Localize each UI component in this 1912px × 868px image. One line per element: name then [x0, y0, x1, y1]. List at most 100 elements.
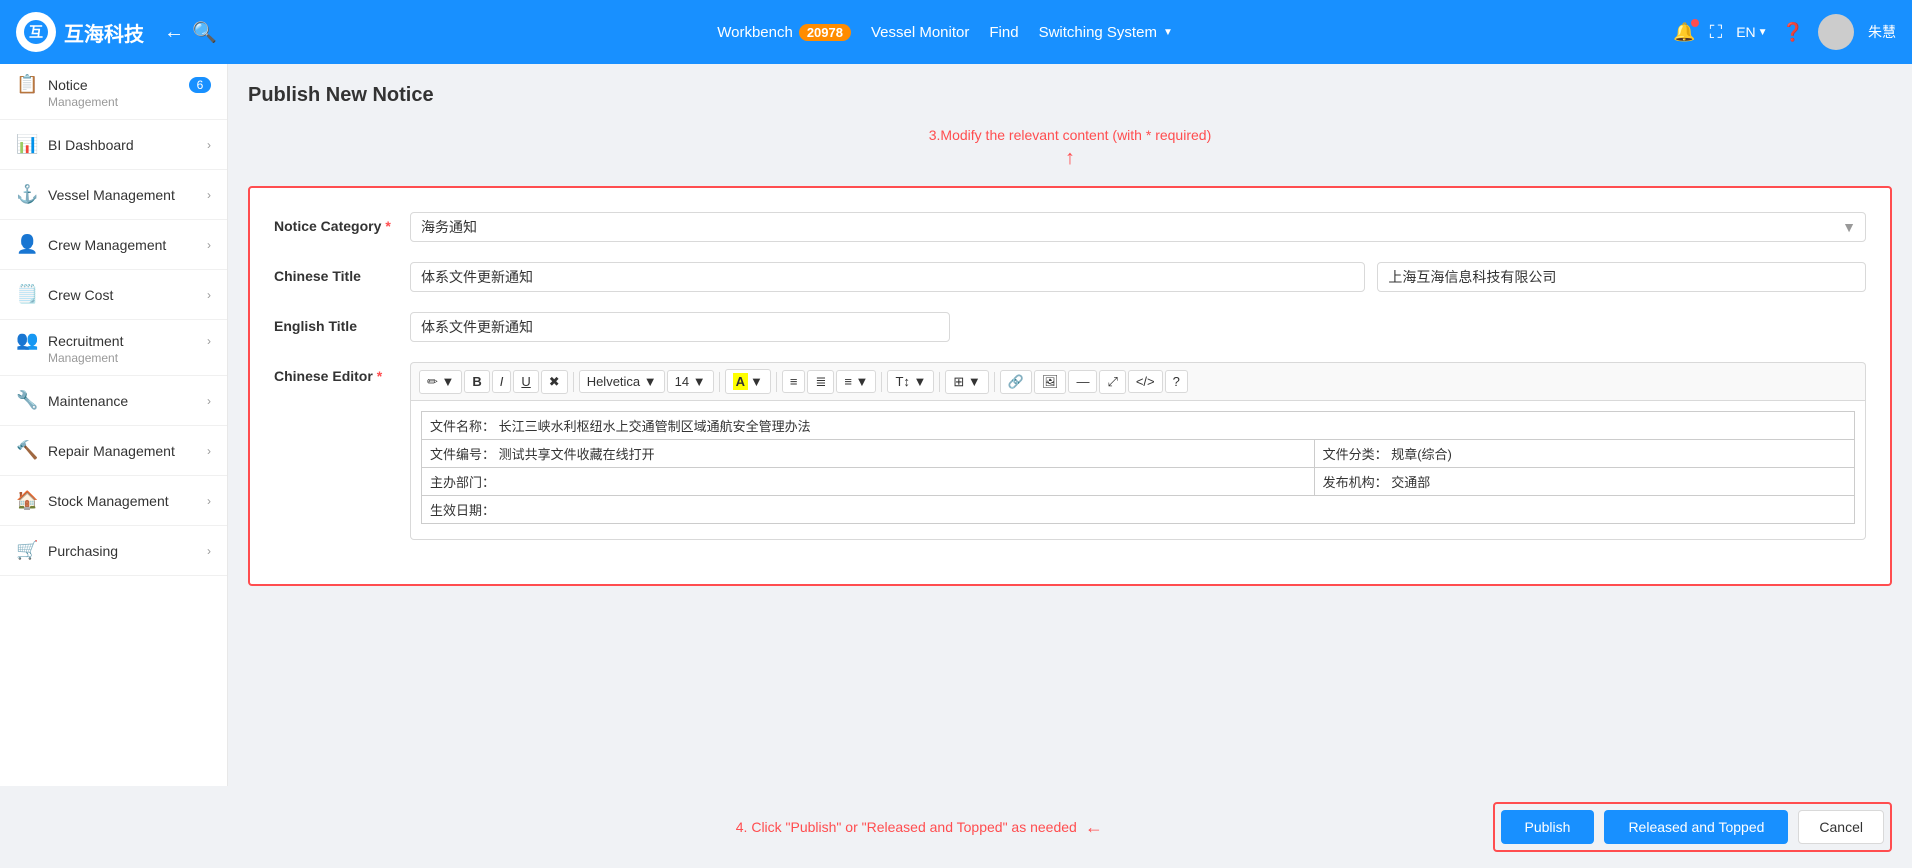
cancel-button[interactable]: Cancel	[1798, 810, 1884, 844]
required-star: *	[385, 218, 390, 234]
notification-icon[interactable]: 🔔	[1673, 22, 1695, 43]
sidebar-item-maintenance[interactable]: 🔧 Maintenance ›	[0, 376, 227, 426]
editor-toolbar: ✏ ▼ B I U ✖ Helvetica ▼ 14 ▼ A ▼ ≡ ≣ ≡ ▼	[410, 362, 1866, 400]
notice-category-label: Notice Category *	[274, 212, 394, 234]
chevron-right-icon: ›	[207, 444, 211, 458]
maintenance-icon: 🔧	[16, 390, 38, 411]
form-container: Notice Category * 海务通知 ▼ Chinese Title	[248, 186, 1892, 586]
switching-system-nav[interactable]: Switching System ▼	[1039, 24, 1173, 41]
back-icon[interactable]: ←	[164, 21, 184, 44]
toolbar-help-btn[interactable]: ?	[1165, 370, 1188, 393]
language-selector[interactable]: EN ▼	[1736, 24, 1767, 40]
sidebar-vessel-label: Vessel Management	[48, 187, 197, 203]
file-number-cell: 文件编号： 测试共享文件收藏在线打开	[422, 440, 1315, 468]
hint3-arrow-icon: ↑	[1065, 147, 1075, 170]
english-title-input[interactable]	[410, 312, 950, 342]
vessel-monitor-nav[interactable]: Vessel Monitor	[871, 24, 969, 41]
file-category-label: 文件分类：	[1323, 447, 1388, 462]
sidebar-item-stock-management[interactable]: 🏠 Stock Management ›	[0, 476, 227, 526]
search-icon[interactable]: 🔍	[192, 20, 217, 45]
english-title-control	[410, 312, 1866, 342]
notice-category-control: 海务通知 ▼	[410, 212, 1866, 242]
help-icon[interactable]: ❓	[1782, 22, 1804, 43]
toolbar-color-btn[interactable]: A ▼	[725, 369, 771, 394]
fullscreen-icon[interactable]: ⛶	[1710, 22, 1723, 43]
table-row: 文件编号： 测试共享文件收藏在线打开 文件分类： 规章(综合)	[422, 440, 1855, 468]
toolbar-list-ul-btn[interactable]: ≡	[782, 370, 806, 393]
crew-management-icon: 👤	[16, 234, 38, 255]
toolbar-divider4	[881, 372, 882, 392]
editor-content[interactable]: 文件名称： 长江三峡水利枢纽水上交通管制区域通航安全管理办法 文件编号： 测试共…	[410, 400, 1866, 540]
chinese-title-inputs	[410, 262, 1866, 292]
toolbar-code-btn[interactable]: </>	[1128, 370, 1163, 393]
chinese-title-company-input[interactable]	[1377, 262, 1866, 292]
notice-category-select[interactable]: 海务通知	[410, 212, 1866, 242]
sidebar-notice-label: Notice	[48, 77, 179, 93]
sidebar-item-purchasing[interactable]: 🛒 Purchasing ›	[0, 526, 227, 576]
sidebar: 📋 Notice 6 Management 📊 BI Dashboard › ⚓…	[0, 64, 228, 786]
table-row: 生效日期：	[422, 496, 1855, 524]
chevron-right-icon: ›	[207, 494, 211, 508]
publish-button[interactable]: Publish	[1501, 810, 1595, 844]
released-and-topped-button[interactable]: Released and Topped	[1604, 810, 1788, 844]
sidebar-item-crew-cost[interactable]: 🗒️ Crew Cost ›	[0, 270, 227, 320]
toolbar-heading-btn[interactable]: T↕ ▼	[887, 370, 934, 393]
chevron-right-icon: ›	[207, 188, 211, 202]
english-title-label: English Title	[274, 312, 394, 334]
toolbar-list-ol-btn[interactable]: ≣	[807, 370, 834, 394]
notice-category-row: Notice Category * 海务通知 ▼	[274, 212, 1866, 242]
repair-icon: 🔨	[16, 440, 38, 461]
toolbar-fullscreen-btn[interactable]: ⤢	[1099, 370, 1125, 394]
sidebar-repair-label: Repair Management	[48, 443, 197, 459]
toolbar-underline-btn[interactable]: U	[513, 370, 538, 393]
toolbar-link-btn[interactable]: 🔗	[1000, 370, 1032, 394]
main-content: Publish New Notice 3.Modify the relevant…	[228, 64, 1912, 786]
sidebar-item-vessel-management[interactable]: ⚓ Vessel Management ›	[0, 170, 227, 220]
sidebar-item-recruitment[interactable]: 👥 Recruitment › Management	[0, 320, 227, 376]
sidebar-item-crew-management[interactable]: 👤 Crew Management ›	[0, 220, 227, 270]
toolbar-size-btn[interactable]: 14 ▼	[667, 370, 714, 393]
chinese-editor-label: Chinese Editor *	[274, 362, 394, 384]
workbench-nav[interactable]: Workbench 20978	[717, 24, 851, 41]
sidebar-crew-cost-label: Crew Cost	[48, 287, 197, 303]
sidebar-item-bi-dashboard[interactable]: 📊 BI Dashboard ›	[0, 120, 227, 170]
page-title: Publish New Notice	[248, 84, 1892, 107]
dept-cell: 主办部门：	[422, 468, 1315, 496]
effective-date-cell: 生效日期：	[422, 496, 1855, 524]
stock-icon: 🏠	[16, 490, 38, 511]
toolbar-bold-btn[interactable]: B	[464, 370, 489, 393]
recruitment-icon: 👥	[16, 330, 38, 351]
notice-icon: 📋	[16, 74, 38, 95]
file-name-label: 文件名称：	[430, 419, 495, 434]
avatar[interactable]	[1818, 14, 1854, 50]
sidebar-item-repair-management[interactable]: 🔨 Repair Management ›	[0, 426, 227, 476]
sidebar-crew-label: Crew Management	[48, 237, 197, 253]
footer-buttons: Publish Released and Topped Cancel	[1493, 802, 1892, 852]
editor-table: 文件名称： 长江三峡水利枢纽水上交通管制区域通航安全管理办法 文件编号： 测试共…	[421, 411, 1855, 524]
toolbar-table-btn[interactable]: ⊞ ▼	[945, 370, 988, 394]
toolbar-hr-btn[interactable]: —	[1068, 370, 1097, 393]
app-header: 互 互海科技 ← 🔍 Workbench 20978 Vessel Monito…	[0, 0, 1912, 64]
find-nav[interactable]: Find	[989, 24, 1018, 41]
editor-container: ✏ ▼ B I U ✖ Helvetica ▼ 14 ▼ A ▼ ≡ ≣ ≡ ▼	[410, 362, 1866, 540]
file-number-value: 测试共享文件收藏在线打开	[499, 447, 655, 462]
toolbar-font-btn[interactable]: Helvetica ▼	[579, 370, 665, 393]
sidebar-recruitment-label: Recruitment	[48, 333, 197, 349]
chinese-title-row: Chinese Title	[274, 262, 1866, 292]
chevron-right-icon: ›	[207, 138, 211, 152]
toolbar-align-btn[interactable]: ≡ ▼	[836, 370, 876, 393]
toolbar-italic-btn[interactable]: I	[492, 370, 512, 393]
vessel-management-icon: ⚓	[16, 184, 38, 205]
chevron-right-icon: ›	[207, 544, 211, 558]
table-row: 文件名称： 长江三峡水利枢纽水上交通管制区域通航安全管理办法	[422, 412, 1855, 440]
toolbar-divider6	[994, 372, 995, 392]
publisher-cell: 发布机构： 交通部	[1314, 468, 1854, 496]
chinese-title-input[interactable]	[410, 262, 1365, 292]
toolbar-clear-btn[interactable]: ✖	[541, 370, 568, 394]
file-category-cell: 文件分类： 规章(综合)	[1314, 440, 1854, 468]
sidebar-item-notice[interactable]: 📋 Notice 6 Management	[0, 64, 227, 120]
chevron-right-icon: ›	[207, 238, 211, 252]
file-category-value: 规章(综合)	[1391, 447, 1452, 462]
toolbar-image-btn[interactable]: 🖼	[1034, 370, 1067, 394]
toolbar-pen-btn[interactable]: ✏ ▼	[419, 370, 462, 394]
